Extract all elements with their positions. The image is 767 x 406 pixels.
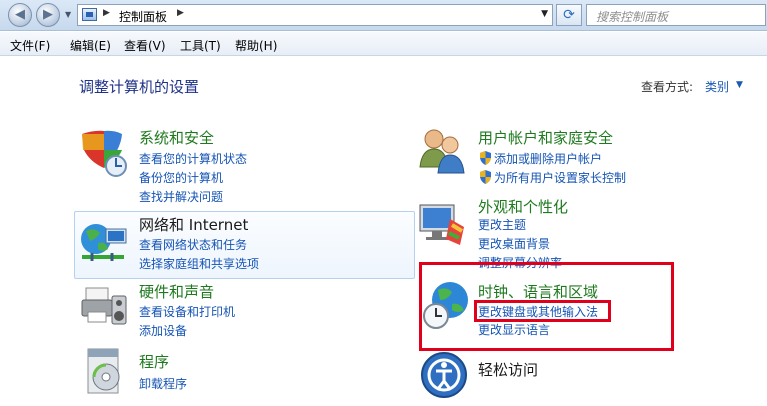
breadcrumb-separator-icon[interactable]: ▶ [177,8,184,18]
address-bar[interactable]: ▶ 控制面板 ▶ ▼ [77,4,553,26]
printer-icon[interactable] [78,282,130,332]
link-change-background[interactable]: 更改桌面背景 [478,235,550,252]
category-network-internet-title[interactable]: 网络和 Internet [139,214,248,235]
link-add-device[interactable]: 添加设备 [139,322,187,339]
users-icon[interactable] [416,127,468,177]
view-by-dropdown[interactable]: 类别 [705,78,729,95]
menu-bar: 文件(F) 编辑(E) 查看(V) 工具(T) 帮助(H) [0,32,767,56]
navigation-bar: ◀ ▶ ▼ ▶ 控制面板 ▶ ▼ ⟳ 搜索控制面板 [0,0,767,31]
menu-tools[interactable]: 工具(T) [180,37,221,54]
menu-file[interactable]: 文件(F) [10,37,50,54]
menu-edit[interactable]: 编辑(E) [70,37,111,54]
link-uninstall-program[interactable]: 卸载程序 [139,375,187,392]
page-title: 调整计算机的设置 [79,78,200,96]
breadcrumb-separator-icon[interactable]: ▶ [103,8,110,18]
accessibility-icon[interactable] [418,349,470,399]
link-backup-computer[interactable]: 备份您的计算机 [139,169,223,186]
forward-button[interactable]: ▶ [36,3,60,27]
category-appearance-title[interactable]: 外观和个性化 [478,196,568,217]
search-input[interactable]: 搜索控制面板 [586,4,766,26]
link-add-remove-accounts[interactable]: 添加或删除用户帐户 [494,150,602,167]
control-panel-content: 调整计算机的设置 查看方式: 类别 ▼ 系统和安全 查看您的计算机状态 备份您的… [0,57,767,406]
link-view-devices-printers[interactable]: 查看设备和打印机 [139,303,235,320]
recent-pages-dropdown-icon[interactable]: ▼ [65,10,71,19]
monitor-icon[interactable] [416,201,468,251]
programs-icon[interactable] [78,347,130,397]
link-parental-controls[interactable]: 为所有用户设置家长控制 [494,169,626,186]
back-arrow-icon: ◀ [15,7,25,22]
view-by-dropdown-icon[interactable]: ▼ [736,80,743,90]
link-view-network-status[interactable]: 查看网络状态和任务 [139,236,247,253]
link-view-computer-status[interactable]: 查看您的计算机状态 [139,150,247,167]
category-system-security-title[interactable]: 系统和安全 [139,127,214,148]
menu-help[interactable]: 帮助(H) [235,37,277,54]
back-button[interactable]: ◀ [8,3,32,27]
refresh-icon: ⟳ [563,7,575,23]
forward-arrow-icon: ▶ [43,7,53,22]
refresh-button[interactable]: ⟳ [556,4,582,26]
category-hardware-sound-title[interactable]: 硬件和声音 [139,281,214,302]
network-icon[interactable] [78,217,130,267]
control-panel-icon [82,8,97,21]
breadcrumb-control-panel[interactable]: 控制面板 [119,8,167,25]
highlight-annotation-box-link [474,300,611,322]
category-user-accounts-title[interactable]: 用户帐户和家庭安全 [478,127,613,148]
category-ease-of-access-title[interactable]: 轻松访问 [478,359,538,380]
uac-shield-icon [480,151,491,165]
view-by-label: 查看方式: [641,80,694,94]
shield-icon[interactable] [78,128,130,178]
link-troubleshoot[interactable]: 查找并解决问题 [139,188,223,205]
category-programs-title[interactable]: 程序 [139,351,169,372]
link-change-theme[interactable]: 更改主题 [478,216,526,233]
uac-shield-icon [480,170,491,184]
menu-view[interactable]: 查看(V) [124,37,166,54]
address-dropdown-icon[interactable]: ▼ [541,9,548,19]
link-homegroup-sharing[interactable]: 选择家庭组和共享选项 [139,255,259,272]
